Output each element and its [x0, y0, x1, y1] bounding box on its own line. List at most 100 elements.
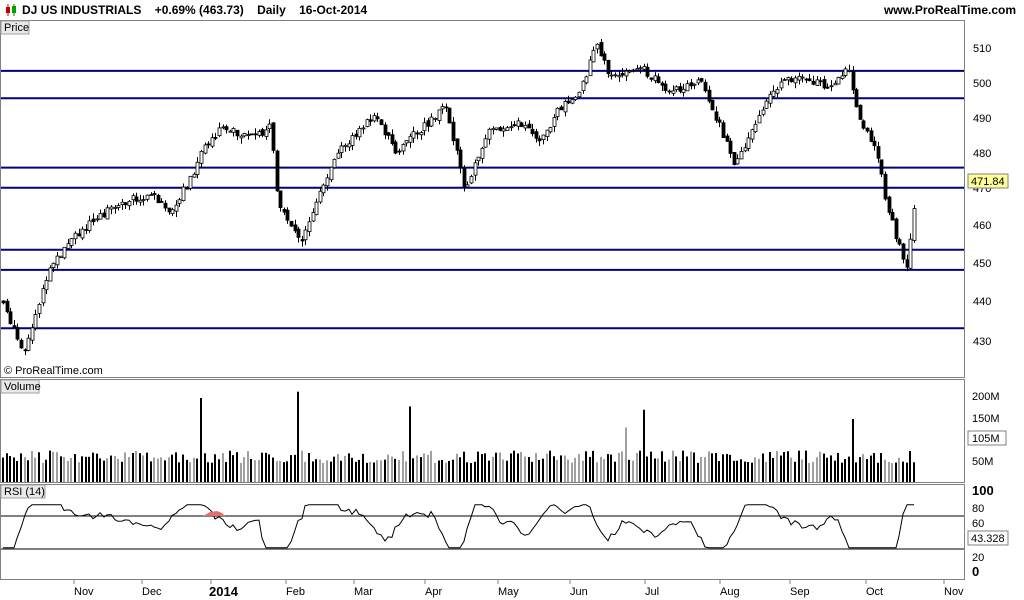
rsi-panel[interactable] — [0, 484, 965, 580]
x-label-aug: Aug — [720, 586, 740, 598]
volume-bar — [639, 450, 641, 482]
candle-body — [159, 200, 164, 203]
candle-body — [62, 246, 67, 259]
chart-canvas[interactable]: Price Volume RSI (14) © ProRealTime.com … — [0, 20, 1024, 600]
candle-body — [753, 123, 758, 133]
volume-bar — [85, 456, 87, 482]
volume-bar — [434, 462, 436, 482]
candle-body — [163, 202, 168, 209]
candle-body — [30, 327, 35, 341]
candle-body — [908, 238, 913, 269]
candle-body — [858, 104, 863, 120]
candle-body — [80, 228, 85, 239]
candle-body — [311, 212, 316, 222]
candle-body — [368, 119, 373, 122]
volume-bar — [373, 462, 375, 482]
candle-body — [631, 69, 636, 72]
date-label: 16-Oct-2014 — [299, 3, 368, 17]
volume-bar — [92, 452, 94, 482]
volume-bar — [150, 461, 152, 482]
candle-body — [77, 233, 82, 237]
candle-body — [843, 68, 848, 76]
price-label-text: Price — [4, 22, 29, 34]
candle-body — [912, 208, 917, 241]
volume-bar — [279, 460, 281, 482]
candle-body — [584, 76, 589, 84]
price-tick-500: 500 — [973, 78, 991, 90]
volume-bar — [387, 454, 389, 482]
volume-bar — [664, 461, 666, 482]
candle-body — [757, 115, 762, 124]
candle-body — [332, 158, 337, 169]
candle-body — [793, 77, 798, 84]
volume-bar — [70, 457, 72, 482]
volume-bar — [830, 455, 832, 482]
volume-bar — [81, 456, 83, 482]
instrument-name: DJ US INDUSTRIALS — [22, 3, 142, 17]
candle-body — [12, 325, 17, 328]
candle-body — [375, 116, 380, 120]
candle-body — [764, 100, 769, 109]
volume-bar — [654, 458, 656, 482]
candle-body — [188, 175, 193, 189]
volume-bar — [484, 453, 486, 482]
volume-bar — [204, 453, 206, 482]
volume-bar — [470, 463, 472, 482]
volume-bar — [351, 457, 353, 482]
volume-bar — [463, 451, 465, 482]
chart-title: DJ US INDUSTRIALS +0.69% (463.73) Daily … — [22, 3, 367, 17]
candle-body — [743, 147, 748, 152]
x-label-2014: 2014 — [209, 584, 239, 599]
volume-bar — [772, 457, 774, 482]
volume-bar — [225, 461, 227, 482]
volume-bar — [726, 453, 728, 482]
x-label-feb: Feb — [286, 586, 305, 598]
candle-body — [228, 130, 233, 133]
interval-label: Daily — [257, 3, 286, 17]
volume-bar — [52, 451, 54, 482]
price-change: +0.69% (463.73) — [154, 3, 244, 17]
volume-bar — [862, 454, 864, 482]
volume-bar — [402, 451, 404, 482]
volume-bar — [186, 459, 188, 482]
candle-body — [15, 327, 20, 340]
candle-body — [271, 122, 276, 151]
price-panel[interactable] — [0, 20, 965, 378]
volume-bar — [870, 455, 872, 482]
site-link[interactable]: www.ProRealTime.com — [884, 3, 1016, 17]
candle-body — [667, 90, 672, 93]
candle-body — [555, 107, 560, 117]
candle-body — [876, 146, 881, 159]
candle-body — [206, 143, 211, 146]
volume-bar — [337, 453, 339, 482]
volume-bar — [24, 457, 26, 482]
volume-bar — [502, 459, 504, 482]
candle-body — [865, 127, 870, 132]
candle-body — [815, 79, 820, 86]
price-y-axis: 510 500 490 480 470 460 450 440 430 — [973, 43, 991, 348]
volume-bar — [240, 462, 242, 482]
volume-bar — [859, 457, 861, 482]
candle-body — [660, 82, 665, 86]
price-tick-460: 460 — [973, 220, 991, 232]
candle-body — [807, 78, 812, 82]
volume-bar — [369, 461, 371, 482]
candle-body — [411, 131, 416, 139]
candle-body — [458, 149, 463, 169]
rsi-tick-60: 60 — [972, 518, 984, 530]
volume-bar — [49, 450, 51, 482]
candle-body — [267, 123, 272, 130]
price-panel-label: Price — [0, 20, 30, 35]
volume-bar — [322, 463, 324, 482]
volume-bar — [506, 460, 508, 482]
volume-tick-150m: 150M — [972, 413, 1000, 425]
candle-body — [249, 133, 254, 136]
volume-bar — [189, 462, 191, 482]
volume-bar — [780, 455, 782, 482]
volume-bar — [6, 453, 8, 482]
candle-body — [393, 141, 398, 154]
volume-bar — [211, 462, 213, 482]
candle-body — [174, 204, 179, 212]
candle-body — [336, 152, 341, 159]
rsi-label-text: RSI (14) — [4, 486, 45, 498]
